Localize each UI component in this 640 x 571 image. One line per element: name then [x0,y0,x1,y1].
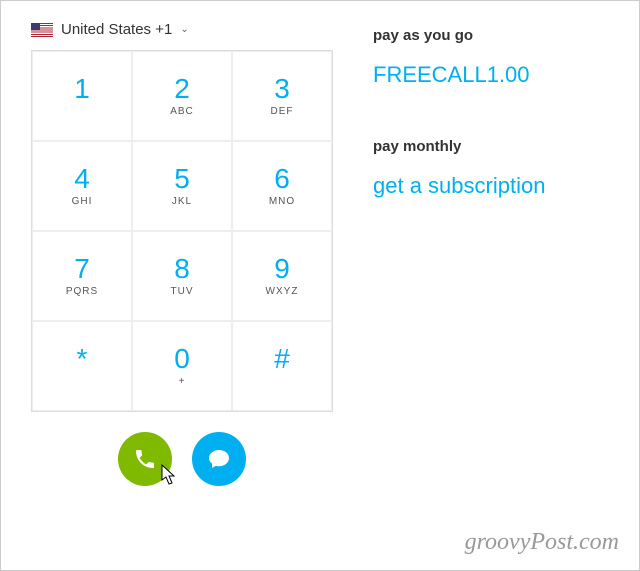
digit: 0 [174,344,190,375]
country-label: United States +1 [61,21,172,38]
letters: WXYZ [266,286,299,298]
letters: TUV [171,286,194,298]
payg-credit-link[interactable]: FREECALL1.00 [373,62,609,88]
digit: 5 [174,164,190,195]
key-5[interactable]: 5JKL [132,141,232,231]
digit: 6 [274,164,290,195]
digit: 4 [74,164,90,195]
chat-button[interactable] [192,432,246,486]
key-3[interactable]: 3DEF [232,51,332,141]
watermark: groovyPost.com [465,529,619,556]
letters: + [179,376,186,388]
chevron-down-icon: ⌄ [180,24,188,35]
payg-heading: pay as you go [373,27,609,44]
key-2[interactable]: 2ABC [132,51,232,141]
key-1[interactable]: 1 [32,51,132,141]
subscription-link[interactable]: get a subscription [373,173,609,199]
digit: 8 [174,254,190,285]
key-4[interactable]: 4GHI [32,141,132,231]
key-8[interactable]: 8TUV [132,231,232,321]
digit: 9 [274,254,290,285]
letters: DEF [271,106,294,118]
us-flag-icon [31,23,53,37]
letters: GHI [72,196,93,208]
monthly-heading: pay monthly [373,138,609,155]
letters: MNO [269,196,295,208]
key-6[interactable]: 6MNO [232,141,332,231]
dialpad: 1 2ABC 3DEF 4GHI 5JKL 6MNO 7PQRS 8TUV 9W… [31,50,333,412]
digit: 2 [174,74,190,105]
key-star[interactable]: * [32,321,132,411]
key-7[interactable]: 7PQRS [32,231,132,321]
chat-icon [207,447,231,471]
letters: PQRS [66,286,98,298]
digit: * [77,344,88,375]
key-9[interactable]: 9WXYZ [232,231,332,321]
phone-icon [133,447,157,471]
letters: JKL [172,196,192,208]
digit: 3 [274,74,290,105]
digit: 7 [74,254,90,285]
call-button[interactable] [118,432,172,486]
digit: 1 [74,74,90,105]
digit: # [274,344,290,375]
key-hash[interactable]: # [232,321,332,411]
letters: ABC [170,106,194,118]
country-selector[interactable]: United States +1 ⌄ [31,21,333,38]
key-0[interactable]: 0+ [132,321,232,411]
